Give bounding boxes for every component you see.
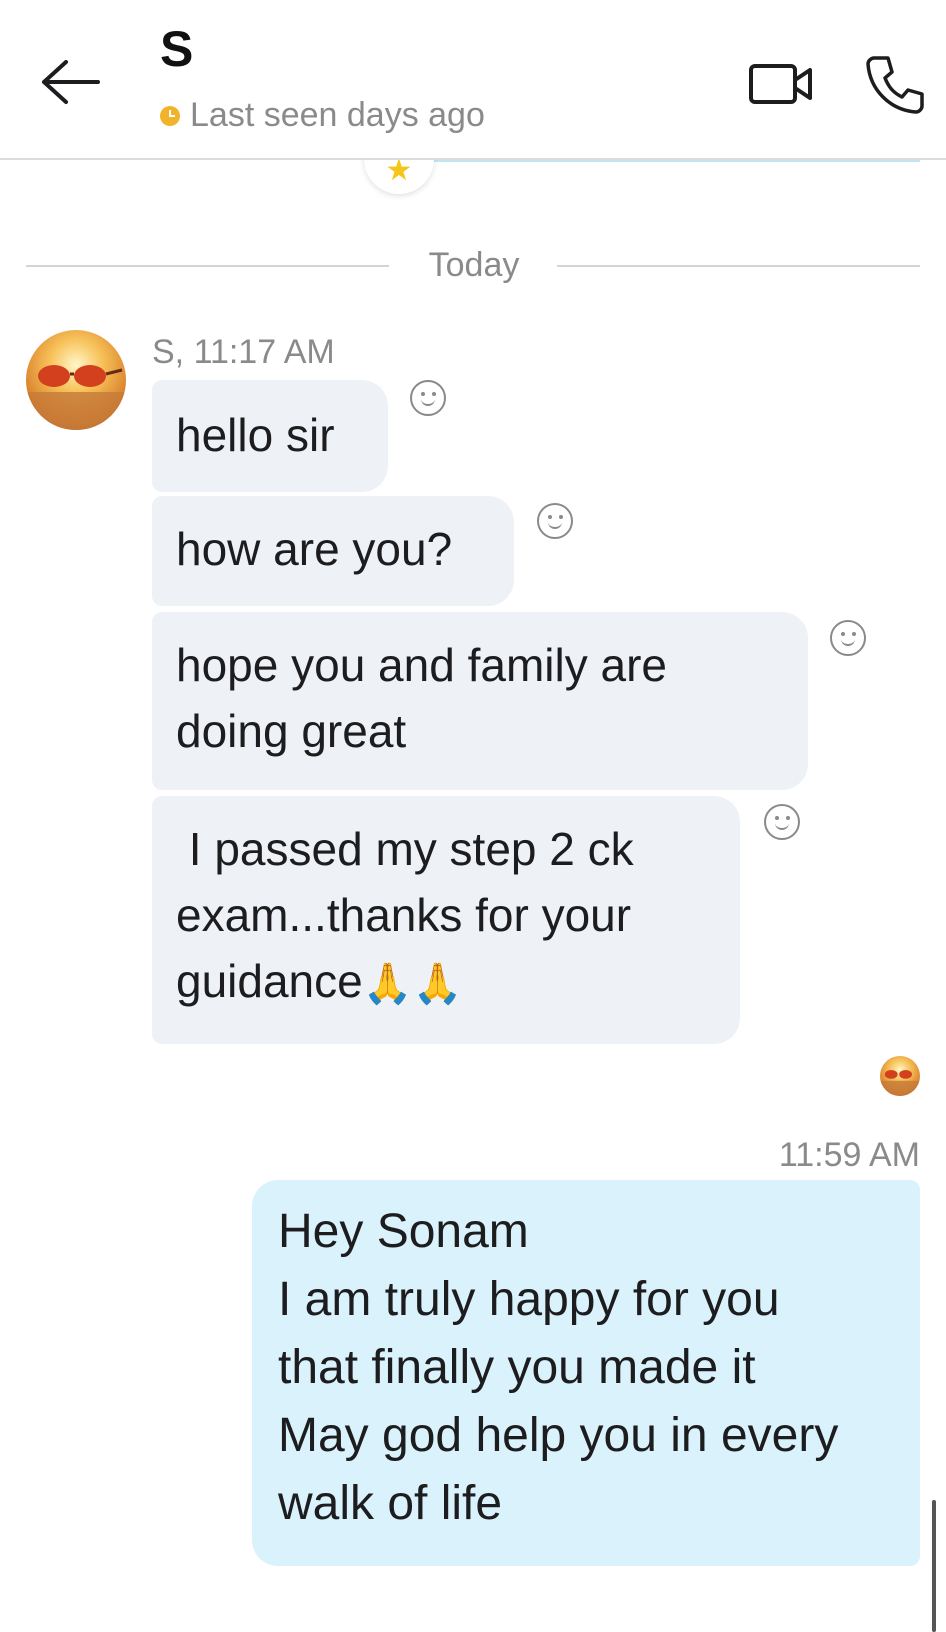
add-reaction-button[interactable] xyxy=(410,380,446,416)
audio-call-button[interactable] xyxy=(864,54,924,114)
star-icon: ★ xyxy=(385,154,413,187)
message-bubble[interactable]: how are you? xyxy=(152,496,514,606)
message-text: hope you and family are xyxy=(176,639,667,691)
contact-name[interactable]: S xyxy=(160,20,193,78)
add-reaction-button[interactable] xyxy=(537,503,573,539)
message-bubble[interactable]: hello sir xyxy=(152,380,388,492)
message-bubble[interactable]: I passed my step 2 ck exam...thanks for … xyxy=(152,796,740,1044)
add-reaction-button[interactable] xyxy=(764,804,800,840)
avatar-image xyxy=(880,1056,920,1096)
day-divider: Today xyxy=(26,246,921,285)
back-button[interactable] xyxy=(36,52,106,112)
folded-hands-emoji: 🙏🙏 xyxy=(362,962,463,1006)
arrow-left-icon xyxy=(42,60,100,104)
divider-line-right xyxy=(557,264,921,267)
message-text: I passed my step 2 ck xyxy=(176,823,634,875)
scrollbar[interactable] xyxy=(932,1500,936,1632)
message-text: guidance xyxy=(176,955,363,1007)
day-label: Today xyxy=(428,246,520,284)
chat-header: S Last seen days ago xyxy=(0,0,946,160)
message-text: Hey Sonam xyxy=(278,1205,529,1258)
message-bubble[interactable]: hope you and family are doing great xyxy=(152,612,808,790)
add-reaction-button[interactable] xyxy=(830,620,866,656)
message-text: I am truly happy for you xyxy=(278,1273,780,1326)
message-text: walk of life xyxy=(278,1477,503,1530)
contact-avatar[interactable] xyxy=(26,330,126,430)
divider-line-left xyxy=(26,264,389,267)
message-text: exam...thanks for your xyxy=(176,889,632,941)
video-call-button[interactable] xyxy=(748,60,814,108)
video-camera-icon xyxy=(749,64,812,104)
message-text: how are you? xyxy=(176,523,453,575)
clock-icon xyxy=(160,105,180,126)
presence-text: Last seen days ago xyxy=(190,96,485,134)
avatar-image xyxy=(26,330,126,430)
message-time: 11:59 AM xyxy=(778,1136,920,1174)
message-text: doing great xyxy=(176,705,407,757)
phone-icon xyxy=(866,56,924,114)
message-text: hello sir xyxy=(176,409,335,461)
message-text: that finally you made it xyxy=(278,1341,756,1394)
outgoing-message-bubble[interactable]: Hey Sonam I am truly happy for you that … xyxy=(252,1180,920,1566)
read-receipt-avatar xyxy=(880,1056,920,1096)
message-meta: S, 11:17 AM xyxy=(152,333,335,371)
message-text: May god help you in every xyxy=(278,1409,839,1462)
presence-status: Last seen days ago xyxy=(160,96,485,135)
